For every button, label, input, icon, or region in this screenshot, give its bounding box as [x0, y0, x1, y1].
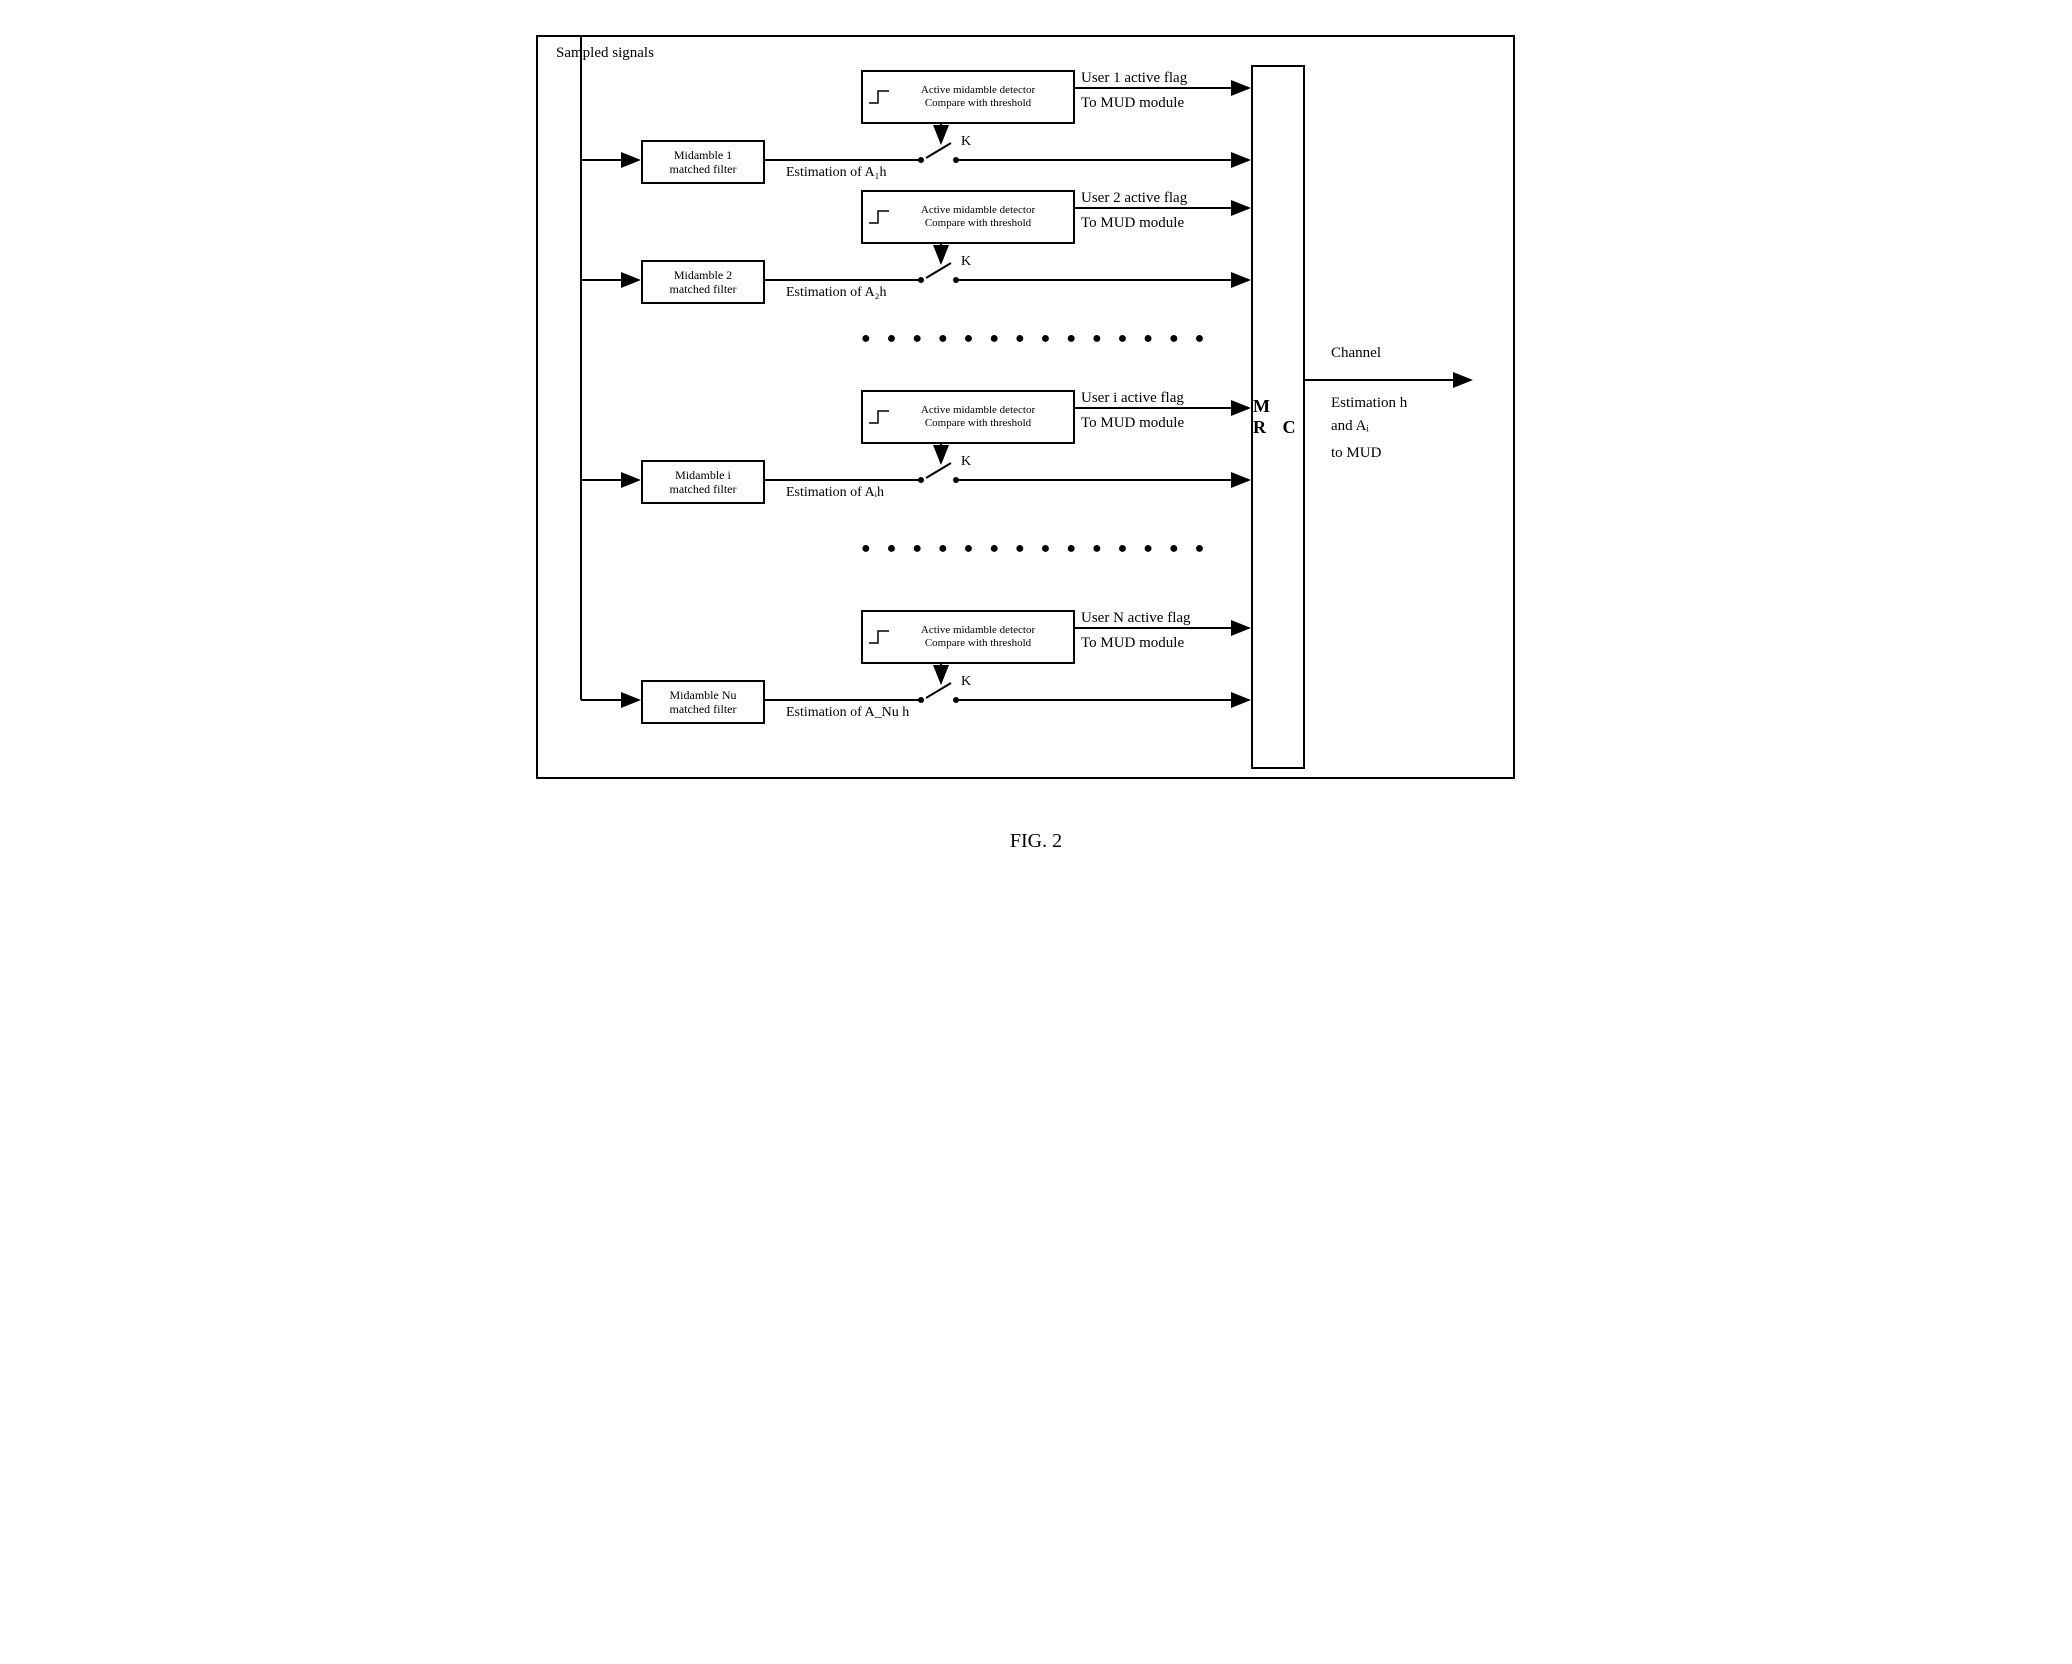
figure-label: FIG. 2 — [20, 830, 2052, 853]
output-ai: and Aᵢ — [1331, 418, 1369, 435]
detector-i: Active midamble detectorCompare with thr… — [861, 390, 1075, 444]
user-flag-i: User i active flag — [1081, 390, 1184, 407]
detector-2: Active midamble detectorCompare with thr… — [861, 190, 1075, 244]
filter-1: Midamble 1 matched filter — [641, 140, 765, 184]
filter-nu: Midamble Nu matched filter — [641, 680, 765, 724]
detector-1: Active midamble detectorCompare with thr… — [861, 70, 1075, 124]
ellipsis-1: ● ● ● ● ● ● ● ● ● ● ● ● ● ● — [861, 330, 1210, 348]
to-mud-1: To MUD module — [1081, 95, 1184, 112]
switch-k-nu: K — [961, 674, 971, 690]
user-flag-n: User N active flag — [1081, 610, 1191, 627]
switch-k-i: K — [961, 454, 971, 470]
ellipsis-2: ● ● ● ● ● ● ● ● ● ● ● ● ● ● — [861, 540, 1210, 558]
input-label: Sampled signals — [556, 45, 654, 62]
estimation-i: Estimation of Aᵢh — [786, 485, 884, 501]
switch-k-1: K — [961, 134, 971, 150]
to-mud-2: To MUD module — [1081, 215, 1184, 232]
block-diagram: Sampled signals Midamble 1 matched filte… — [521, 20, 1551, 820]
output-channel: Channel — [1331, 345, 1381, 362]
mrc-block: M R C — [1251, 65, 1305, 769]
to-mud-i: To MUD module — [1081, 415, 1184, 432]
output-tomud: to MUD — [1331, 445, 1381, 462]
to-mud-n: To MUD module — [1081, 635, 1184, 652]
output-estimation: Estimation h — [1331, 395, 1407, 412]
detector-nu: Active midamble detectorCompare with thr… — [861, 610, 1075, 664]
estimation-2: Estimation of A₂h — [786, 285, 887, 301]
estimation-nu: Estimation of A_Nu h — [786, 705, 909, 721]
filter-i: Midamble i matched filter — [641, 460, 765, 504]
estimation-1: Estimation of A₁h — [786, 165, 887, 181]
filter-2: Midamble 2 matched filter — [641, 260, 765, 304]
switch-k-2: K — [961, 254, 971, 270]
user-flag-2: User 2 active flag — [1081, 190, 1187, 207]
user-flag-1: User 1 active flag — [1081, 70, 1187, 87]
